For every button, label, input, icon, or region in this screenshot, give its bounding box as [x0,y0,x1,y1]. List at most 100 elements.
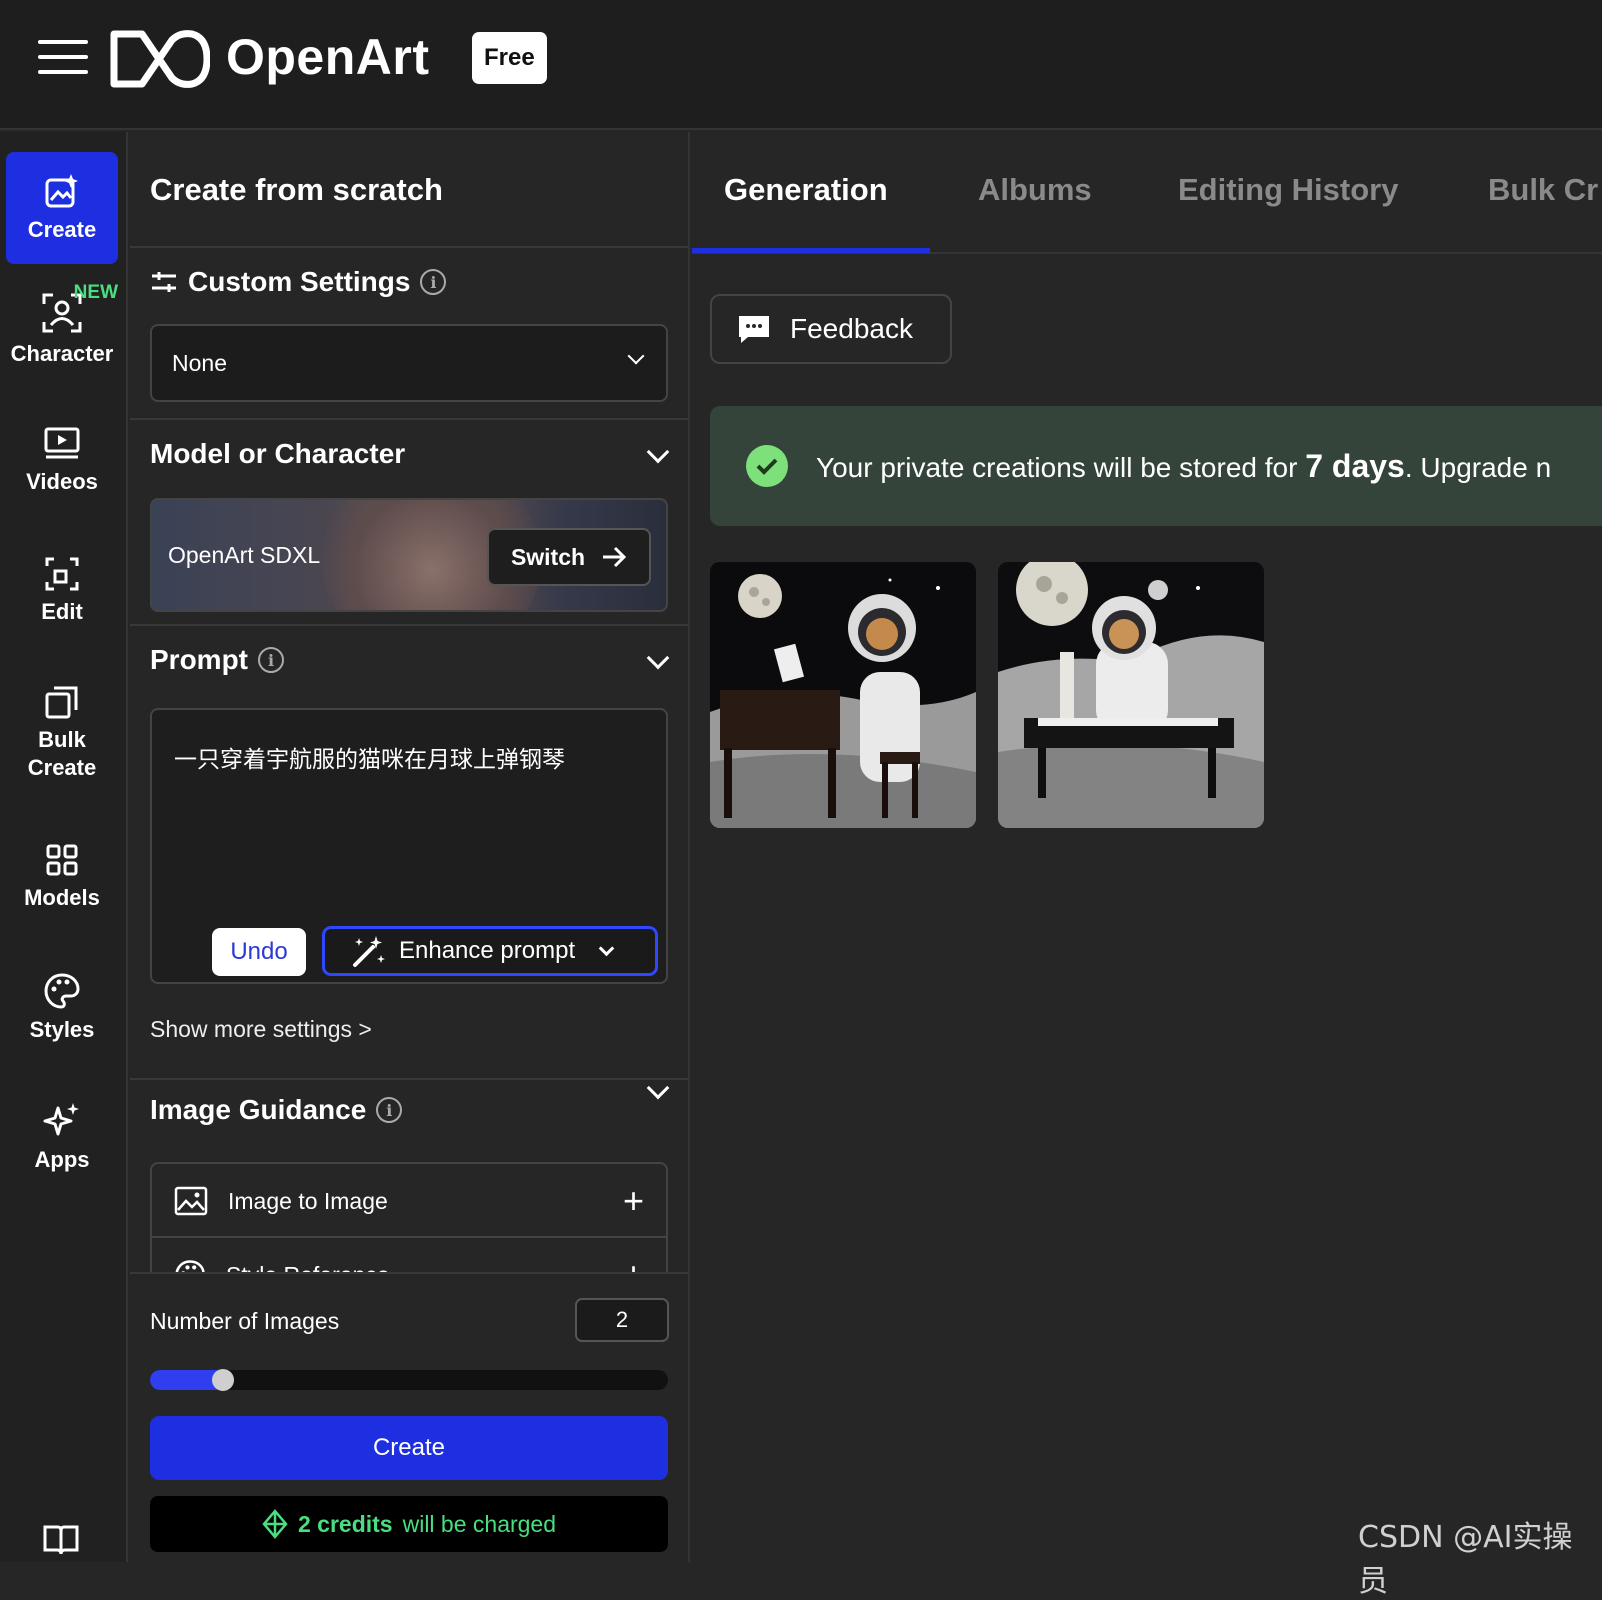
feedback-label: Feedback [790,313,913,344]
cat-astronaut-piano-image [710,562,976,828]
openart-logo-icon[interactable] [110,30,210,88]
info-icon[interactable]: i [258,647,284,673]
nav-character[interactable]: NEW Character [6,282,118,378]
plus-icon[interactable]: + [623,1180,644,1222]
custom-settings-value: None [172,350,227,376]
divider [130,418,688,420]
main-content: Generation Albums Editing History Bulk C… [692,132,1602,1562]
feedback-button[interactable]: Feedback [710,294,952,364]
create-image-icon [45,174,78,208]
image-to-image-row[interactable]: Image to Image + [152,1164,666,1238]
prompt-title: Prompt [150,644,248,675]
chevron-down-icon [627,347,645,365]
nav-videos[interactable]: Videos [6,424,118,496]
nav-apps-label: Apps [34,1147,90,1172]
number-of-images-label: Number of Images [150,1308,340,1334]
switch-label: Switch [510,543,586,570]
chevron-down-icon[interactable] [646,440,670,464]
nav-character-label: Character [10,341,114,366]
enhance-prompt-label: Enhance prompt [399,937,576,964]
nav-create[interactable]: Create [6,152,118,264]
image-to-image-label: Image to Image [228,1187,388,1214]
notice-text-post[interactable]: . Upgrade n [1405,452,1551,483]
diamond-credit-icon [262,1509,288,1539]
generated-image[interactable] [998,562,1264,828]
chevron-down-icon[interactable] [646,646,670,670]
arrow-right-icon [603,546,627,568]
credits-suffix: will be charged [402,1510,557,1537]
prompt-textarea[interactable]: 一只穿着宇航服的猫咪在月球上弹钢琴 Undo Enhance prompt [150,708,668,984]
slider-thumb[interactable] [212,1369,234,1391]
image-guidance-header[interactable]: Image Guidance i [150,1094,403,1126]
divider [130,624,688,626]
create-button[interactable]: Create [150,1416,668,1480]
info-icon[interactable]: i [376,1097,403,1123]
storage-notice: Your private creations will be stored fo… [710,406,1602,526]
chevron-down-icon[interactable] [646,1076,670,1100]
custom-settings-title: Custom Settings [188,266,411,297]
prompt-header[interactable]: Prompt i [150,644,284,676]
divider [130,1078,688,1080]
image-icon [174,1186,208,1216]
model-card[interactable]: OpenArt SDXL Switch [150,498,668,612]
custom-settings-select[interactable]: None [150,324,668,402]
nav-edit[interactable]: Edit [6,556,118,626]
model-name: OpenArt SDXL [168,542,321,568]
magic-wand-icon [353,936,385,967]
info-icon[interactable]: i [420,269,447,295]
brand-name[interactable]: OpenArt [226,28,430,86]
sliders-icon [152,272,176,292]
generate-footer: Number of Images 2 Create 2 credits will… [130,1272,688,1562]
cat-astronaut-piano-image [998,562,1264,828]
tab-editing-history[interactable]: Editing History [1178,172,1398,208]
tab-bulk-create[interactable]: Bulk Cr [1488,172,1598,208]
nav-bulk-create[interactable]: Bulk Create [6,684,118,782]
credits-amount: 2 credits [297,1510,393,1537]
number-of-images-slider[interactable] [150,1369,668,1391]
notice-text-pre: Your private creations will be stored fo… [816,451,1298,483]
nav-styles-label: Styles [29,1017,95,1042]
notice-text: Your private creations will be stored fo… [816,448,1551,485]
model-section-title: Model or Character [150,438,406,469]
left-nav: Create NEW Character Videos Edit Bulk Cr… [0,132,128,1562]
bulk-create-icon [45,686,78,719]
number-of-images-input[interactable]: 2 [575,1298,669,1342]
image-guidance-title: Image Guidance [150,1094,367,1125]
show-more-settings-link[interactable]: Show more settings > [150,1016,372,1043]
credits-info: 2 credits will be charged [150,1496,668,1552]
enhance-prompt-button[interactable]: Enhance prompt [322,926,658,976]
watermark: CSDN @AI实操员 [1358,1520,1573,1599]
tab-generation[interactable]: Generation [724,172,888,208]
tab-bar: Generation Albums Editing History Bulk C… [692,132,1602,254]
chat-bubble-icon [739,316,769,343]
nav-models-label: Models [24,885,100,910]
chevron-down-icon [598,940,615,956]
undo-button[interactable]: Undo [212,928,306,976]
settings-panel: Create from scratch Custom Settings i No… [130,132,690,1562]
panel-title: Create from scratch [150,172,443,207]
switch-model-button[interactable]: Switch [487,528,651,586]
models-grid-icon [46,844,78,876]
notice-days: 7 days [1305,447,1405,484]
video-icon [44,427,80,459]
nav-models[interactable]: Models [6,842,118,912]
tab-albums[interactable]: Albums [978,172,1092,208]
model-section-header[interactable]: Model or Character [150,438,405,470]
edit-crop-icon [45,557,79,591]
top-bar: OpenArt Free [0,0,1602,130]
nav-videos-label: Videos [26,469,98,494]
sparkles-icon [43,1103,79,1136]
nav-styles[interactable]: Styles [6,972,118,1044]
menu-icon[interactable] [38,40,88,76]
active-tab-indicator [692,248,930,253]
check-circle-icon [746,445,788,487]
nav-edit-label: Edit [41,599,83,624]
book-icon[interactable] [42,1522,80,1556]
plan-badge: Free [472,32,547,84]
custom-settings-header: Custom Settings i [150,266,447,298]
nav-bulk-label-1: Bulk [38,727,86,752]
nav-bulk-label-2: Create [27,755,97,780]
nav-create-label: Create [27,217,97,242]
nav-apps[interactable]: Apps [6,1100,118,1174]
generated-image[interactable] [710,562,976,828]
